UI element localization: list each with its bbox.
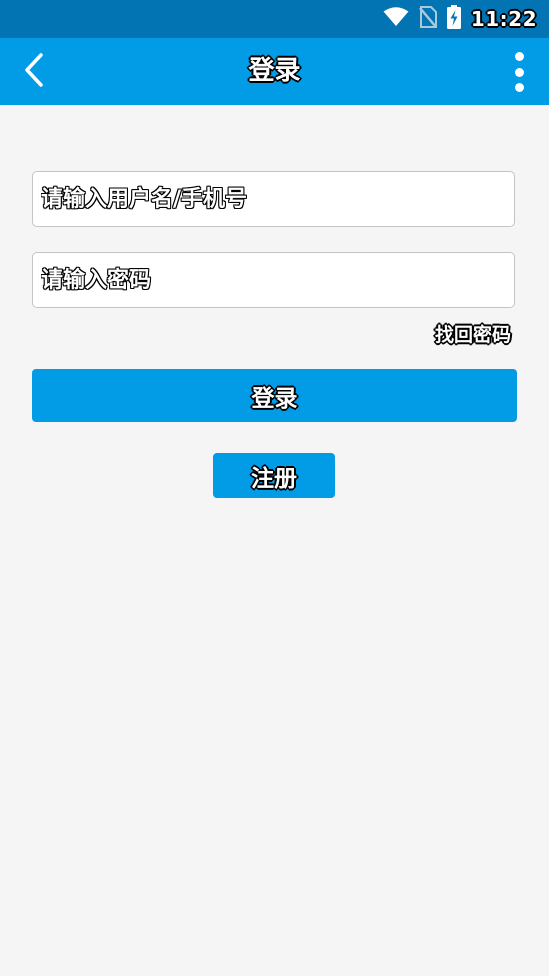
page-title: 登录 (248, 56, 301, 86)
more-dot (514, 83, 524, 92)
chevron-left-icon (23, 52, 45, 92)
password-field-container (32, 252, 515, 308)
status-bar: 11:22 (0, 0, 549, 38)
register-button[interactable]: 注册 (213, 453, 335, 498)
password-input[interactable] (33, 253, 514, 307)
status-icons: 11:22 (383, 0, 537, 38)
username-field-container (32, 171, 515, 227)
more-dot (514, 67, 524, 77)
login-button[interactable]: 登录 (32, 369, 517, 422)
no-sim-icon (418, 6, 437, 32)
app-bar: 登录 (0, 38, 549, 105)
more-options-button[interactable] (507, 52, 531, 92)
username-input[interactable] (33, 172, 514, 226)
back-button[interactable] (14, 51, 54, 93)
more-vert-icon (514, 52, 524, 92)
more-dot (514, 52, 524, 61)
wifi-icon (383, 7, 409, 31)
forgot-password-link[interactable]: 找回密码 (435, 320, 511, 347)
battery-charging-icon (446, 5, 461, 33)
status-time: 11:22 (470, 7, 537, 31)
